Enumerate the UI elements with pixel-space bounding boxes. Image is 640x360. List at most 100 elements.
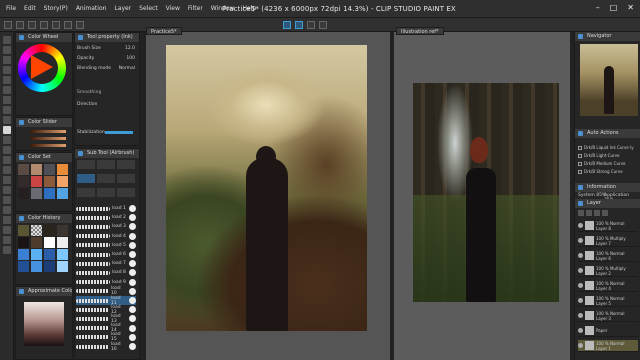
eye-icon[interactable] — [578, 268, 583, 273]
menu-file[interactable]: File — [6, 5, 16, 12]
swatch[interactable] — [18, 261, 29, 272]
redo-icon[interactable] — [52, 20, 60, 29]
open-icon[interactable] — [16, 20, 24, 29]
eye-icon[interactable] — [578, 313, 583, 318]
eye-icon[interactable] — [578, 238, 583, 243]
pencil-tool-icon[interactable] — [3, 116, 11, 124]
eye-icon[interactable] — [578, 298, 583, 303]
brush-item[interactable]: load 6 — [76, 250, 136, 259]
selection-tool-icon[interactable] — [3, 76, 11, 84]
subtool-group[interactable] — [97, 188, 115, 197]
new-layer-icon[interactable] — [578, 210, 584, 216]
menu-view[interactable]: View — [166, 5, 180, 12]
swatch[interactable] — [57, 225, 68, 236]
blending-row[interactable]: Blending mode Normal — [77, 66, 135, 74]
airbrush-tool-icon[interactable] — [3, 136, 11, 144]
layer-row[interactable]: Paper — [578, 325, 638, 337]
swatch[interactable] — [44, 249, 55, 260]
new-icon[interactable] — [4, 20, 12, 29]
stabilization-slider[interactable] — [105, 131, 133, 134]
menu-animation[interactable]: Animation — [76, 5, 107, 12]
minimize-button[interactable]: – — [596, 3, 600, 12]
checkbox-icon[interactable] — [578, 153, 582, 158]
checkbox-icon[interactable] — [578, 161, 582, 166]
brush-item[interactable]: load 5 — [76, 241, 136, 250]
swatch[interactable] — [57, 237, 68, 248]
eyedropper-tool-icon[interactable] — [3, 96, 11, 104]
layer-row[interactable]: 100 % Normal Layer 5 — [578, 295, 638, 307]
swatch[interactable] — [44, 176, 55, 187]
brush-item[interactable]: load 2 — [76, 213, 136, 222]
auto-action-item[interactable]: Drk/B Strong Curve — [578, 168, 638, 175]
brush-item[interactable]: load 16 — [76, 342, 136, 352]
eye-icon[interactable] — [578, 283, 583, 288]
figure-tool-icon[interactable] — [3, 196, 11, 204]
ruler-tool-icon[interactable] — [3, 216, 11, 224]
checkbox-icon[interactable] — [578, 145, 582, 150]
brush-item[interactable]: load 9 — [76, 278, 136, 287]
new-folder-icon[interactable] — [586, 210, 592, 216]
navigator-thumbnail[interactable] — [580, 44, 638, 116]
approx-color-field[interactable] — [24, 302, 64, 346]
red-slider[interactable] — [30, 130, 66, 133]
auto-action-item[interactable]: Drk/B Medium Curve — [578, 160, 638, 167]
subtool-group[interactable] — [117, 174, 135, 183]
menu-edit[interactable]: Edit — [24, 5, 36, 12]
swatch[interactable] — [44, 225, 55, 236]
fill-tool-icon[interactable] — [3, 176, 11, 184]
eraser-tool-icon[interactable] — [3, 156, 11, 164]
brush-item[interactable]: load 13 — [76, 314, 136, 324]
swatch[interactable] — [31, 164, 42, 175]
perspective-snap-icon[interactable] — [319, 20, 327, 29]
swatch[interactable] — [31, 188, 42, 199]
swatch[interactable] — [18, 176, 29, 187]
subtool-group[interactable] — [77, 174, 95, 183]
zoom-tool-icon[interactable] — [3, 36, 11, 44]
tab-practice5[interactable]: Practice5* — [146, 27, 182, 35]
eye-icon[interactable] — [578, 223, 583, 228]
brush-item[interactable]: load 11 — [76, 296, 136, 306]
pen-tool-icon[interactable] — [3, 106, 11, 114]
brush-item[interactable]: load 14 — [76, 323, 136, 333]
grid-snap-icon[interactable] — [307, 20, 315, 29]
snap-icon[interactable] — [283, 20, 291, 29]
swatch[interactable] — [57, 261, 68, 272]
brush-item[interactable]: load 12 — [76, 305, 136, 315]
brush-item[interactable]: load 4 — [76, 232, 136, 241]
clear-icon[interactable] — [64, 20, 72, 29]
swatch[interactable] — [57, 249, 68, 260]
swatch[interactable] — [18, 164, 29, 175]
subtool-group[interactable] — [97, 160, 115, 169]
menu-filter[interactable]: Filter — [188, 5, 203, 12]
mask-icon[interactable] — [594, 210, 600, 216]
transform-icon[interactable] — [76, 20, 84, 29]
swatch[interactable] — [31, 261, 42, 272]
green-slider[interactable] — [30, 137, 66, 140]
swatch[interactable] — [31, 249, 42, 260]
blend-tool-icon[interactable] — [3, 166, 11, 174]
brush-item[interactable]: load 7 — [76, 259, 136, 268]
swatch[interactable] — [44, 237, 55, 248]
swatch[interactable] — [18, 225, 29, 236]
blue-slider[interactable] — [30, 144, 66, 147]
subtool-group[interactable] — [117, 188, 135, 197]
swatch[interactable] — [31, 176, 42, 187]
brush-item[interactable]: load 1 — [76, 204, 136, 213]
swatch[interactable] — [31, 237, 42, 248]
maximize-button[interactable]: □ — [610, 3, 618, 12]
auto-action-item[interactable]: Drk/B Liquid Ink Curve ly — [578, 144, 638, 151]
move-layer-tool-icon[interactable] — [3, 66, 11, 74]
auto-action-item[interactable]: Drk/B Light Curve — [578, 152, 638, 159]
subtool-group[interactable] — [77, 160, 95, 169]
brush-tool-icon[interactable] — [3, 126, 11, 134]
layer-row[interactable]: 100 % Multiply Layer 7 — [578, 235, 638, 247]
frame-tool-icon[interactable] — [3, 206, 11, 214]
swatch[interactable] — [18, 188, 29, 199]
text-tool-icon[interactable] — [3, 226, 11, 234]
ruler-snap-icon[interactable] — [295, 20, 303, 29]
brush-item[interactable]: load 15 — [76, 332, 136, 342]
swatch[interactable] — [18, 237, 29, 248]
gradient-tool-icon[interactable] — [3, 186, 11, 194]
swatch[interactable] — [57, 176, 68, 187]
operation-tool-icon[interactable] — [3, 56, 11, 64]
